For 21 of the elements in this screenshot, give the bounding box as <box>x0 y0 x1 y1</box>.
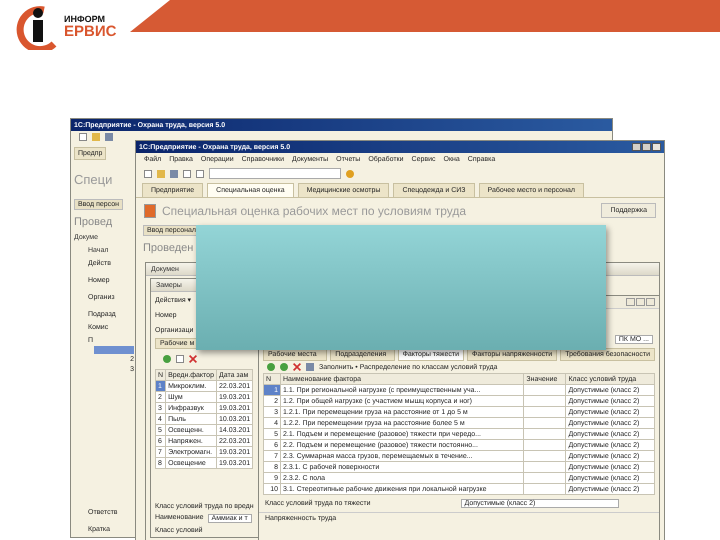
logo-text: ИНФОРМ <box>64 15 106 24</box>
maximize-icon[interactable] <box>636 298 645 306</box>
close-icon[interactable] <box>652 143 661 151</box>
delete-icon[interactable] <box>293 363 301 371</box>
page-heading: Специ <box>74 172 112 187</box>
section-title: Проведен <box>143 242 194 254</box>
page-icon[interactable] <box>176 355 184 363</box>
maximize-icon[interactable] <box>642 143 651 151</box>
search-field[interactable] <box>209 168 341 179</box>
page-icon[interactable] <box>79 133 87 141</box>
folder-icon[interactable] <box>157 170 165 178</box>
delete-icon[interactable] <box>189 355 197 363</box>
add-icon[interactable] <box>163 355 171 363</box>
page-heading: Специальная оценка рабочих мест по условиям труда <box>162 204 466 218</box>
minimize-icon[interactable] <box>632 143 641 151</box>
minimize-icon[interactable] <box>626 298 635 306</box>
page-icon[interactable] <box>144 170 152 178</box>
document-icon <box>144 204 156 218</box>
logo-text: ЕРВИС <box>64 24 116 39</box>
info-icon[interactable] <box>346 170 354 178</box>
section-title: Провед <box>74 216 112 228</box>
